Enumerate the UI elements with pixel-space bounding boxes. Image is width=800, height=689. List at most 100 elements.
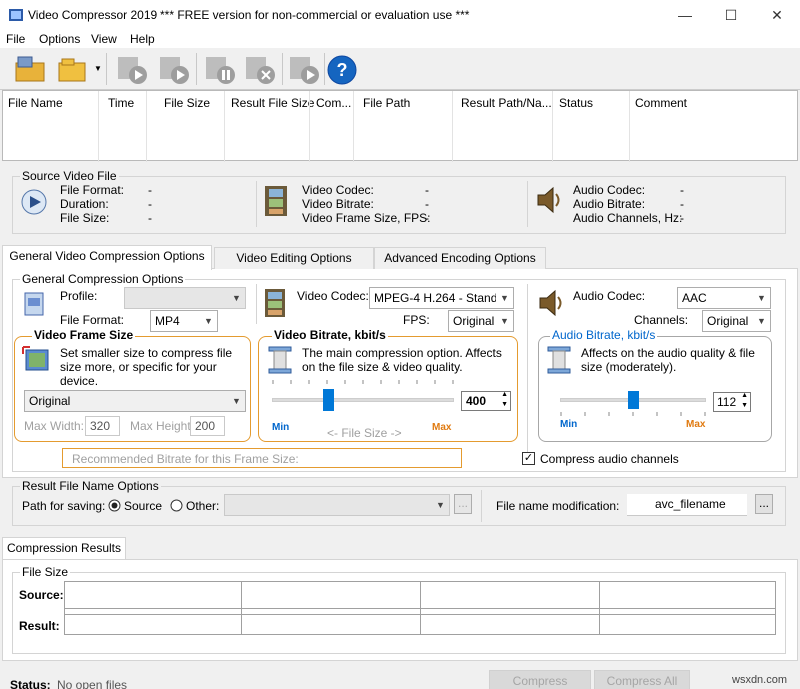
source-frame-size-value: - — [425, 211, 429, 225]
menu-options[interactable]: Options — [39, 32, 80, 46]
file-format-select[interactable]: MP4 ▼ — [150, 310, 218, 332]
audio-bitrate-description: Affects on the audio quality & file size… — [581, 346, 755, 374]
compress-clamp-icon — [268, 346, 292, 374]
chevron-down-icon: ▼ — [232, 293, 241, 303]
source-file-size-value: - — [148, 211, 152, 225]
audio-bitrate-spinner[interactable]: 112 ▲ ▼ — [713, 392, 751, 412]
column-divider — [98, 91, 99, 162]
chevron-down-icon[interactable]: ▼ — [94, 64, 102, 73]
profile-select[interactable]: ▼ — [124, 287, 246, 309]
spin-up-icon[interactable]: ▲ — [741, 392, 748, 399]
speaker-icon — [539, 289, 562, 317]
channels-label: Channels: — [634, 313, 689, 327]
help-icon[interactable]: ? — [324, 51, 360, 87]
window-title: Video Compressor 2019 — [28, 8, 158, 22]
other-radio-label: Other: — [186, 499, 220, 513]
compress-icon — [114, 51, 150, 87]
spin-down-icon[interactable]: ▼ — [741, 402, 748, 409]
maximize-button[interactable]: ☐ — [708, 0, 754, 30]
other-radio[interactable] — [170, 499, 183, 512]
other-path-select[interactable]: ▼ — [224, 494, 450, 516]
source-frame-size-label: Video Frame Size, FPS: — [302, 211, 431, 225]
file-name-modification-input[interactable]: avc_filename — [627, 494, 747, 516]
video-codec-select[interactable]: MPEG-4 H.264 - Standar ▼ — [369, 287, 514, 309]
source-video-title: Source Video File — [20, 169, 119, 183]
channels-select[interactable]: Original ▼ — [702, 310, 771, 332]
file-name-modification-button[interactable]: ... — [755, 494, 773, 514]
column-divider — [309, 91, 310, 162]
tab-video-editing[interactable]: Video Editing Options — [214, 247, 374, 269]
film-strip-icon — [265, 289, 285, 317]
column-result-file-size[interactable]: Result File Size — [231, 96, 314, 110]
source-audio-channels-value: - — [680, 211, 684, 225]
compress-button[interactable]: Compress — [489, 670, 591, 689]
audio-bitrate-title: Audio Bitrate, kbit/s — [550, 328, 658, 342]
frame-size-description: Set smaller size to compress file size m… — [60, 346, 233, 388]
column-compression[interactable]: Com... — [316, 96, 351, 110]
source-video-codec-value: - — [425, 183, 429, 197]
recommended-bitrate-text: Recommended Bitrate for this Frame Size: — [72, 452, 299, 466]
status-value: No open files — [57, 678, 128, 689]
tab-advanced-encoding[interactable]: Advanced Encoding Options — [374, 247, 546, 269]
compress-all-button[interactable]: Compress All — [594, 670, 690, 689]
audio-bitrate-ticks — [560, 412, 706, 416]
video-bitrate-min-label: Min — [272, 422, 290, 433]
column-divider — [146, 91, 147, 162]
general-compression-title: General Compression Options — [20, 272, 186, 286]
max-width-input[interactable]: 320 — [85, 416, 120, 436]
column-file-name[interactable]: File Name — [8, 96, 63, 110]
video-bitrate-track[interactable] — [272, 398, 454, 402]
add-files-icon[interactable] — [12, 51, 48, 87]
source-duration-label: Duration: — [60, 197, 109, 211]
video-bitrate-spinner[interactable]: 400 ▲ ▼ — [461, 391, 511, 411]
watermark-text: wsxdn.com — [732, 674, 788, 686]
column-divider — [452, 91, 453, 162]
column-result-path[interactable]: Result Path/Na... — [461, 96, 552, 110]
spin-down-icon[interactable]: ▼ — [501, 401, 508, 408]
tab-general-video-compression[interactable]: General Video Compression Options — [2, 245, 212, 270]
file-list[interactable]: File Name Time File Size Result File Siz… — [2, 90, 798, 162]
minimize-button[interactable]: — — [662, 0, 708, 30]
checkmark-icon: ✓ — [523, 452, 534, 464]
video-bitrate-axis-label: <- File Size -> — [327, 426, 402, 440]
audio-bitrate-slider-thumb[interactable] — [627, 391, 639, 409]
menu-file[interactable]: File — [6, 32, 25, 46]
source-audio-bitrate-value: - — [680, 197, 684, 211]
chevron-down-icon: ▼ — [436, 500, 445, 510]
column-file-path[interactable]: File Path — [363, 96, 410, 110]
max-height-input[interactable]: 200 — [190, 416, 225, 436]
video-bitrate-slider-thumb[interactable] — [323, 389, 335, 411]
menu-view[interactable]: View — [91, 32, 117, 46]
source-divider — [527, 181, 528, 227]
chevron-down-icon: ▼ — [500, 293, 509, 303]
source-video-bitrate-label: Video Bitrate: — [302, 197, 374, 211]
spin-up-icon[interactable]: ▲ — [501, 391, 508, 398]
compress-audio-channels-checkbox[interactable]: ✓ — [522, 452, 535, 465]
tab-compression-results[interactable]: Compression Results — [2, 537, 126, 560]
source-video-group — [12, 176, 786, 234]
source-radio[interactable] — [108, 499, 121, 512]
group-divider — [527, 284, 528, 464]
profile-label: Profile: — [60, 289, 98, 303]
source-file-format-label: File Format: — [60, 183, 125, 197]
source-video-codec-label: Video Codec: — [302, 183, 374, 197]
group-divider — [481, 490, 482, 522]
column-comment[interactable]: Comment — [635, 96, 687, 110]
fps-select[interactable]: Original ▼ — [448, 310, 514, 332]
close-button[interactable]: ✕ — [754, 0, 800, 30]
profile-icon — [24, 292, 44, 316]
column-status[interactable]: Status — [559, 96, 593, 110]
source-file-size-label: File Size: — [60, 211, 110, 225]
column-file-size[interactable]: File Size — [164, 96, 210, 110]
frame-size-select[interactable]: Original ▼ — [24, 390, 246, 412]
source-audio-codec-label: Audio Codec: — [573, 183, 646, 197]
audio-codec-select[interactable]: AAC ▼ — [677, 287, 771, 309]
video-bitrate-ticks — [272, 380, 454, 384]
resize-frame-icon — [22, 346, 49, 371]
menu-help[interactable]: Help — [130, 32, 155, 46]
browse-path-button[interactable]: ... — [454, 494, 472, 514]
stop-icon — [242, 51, 278, 87]
open-folder-icon[interactable] — [56, 51, 92, 87]
video-bitrate-title: Video Bitrate, kbit/s — [272, 328, 388, 342]
column-time[interactable]: Time — [108, 96, 134, 110]
